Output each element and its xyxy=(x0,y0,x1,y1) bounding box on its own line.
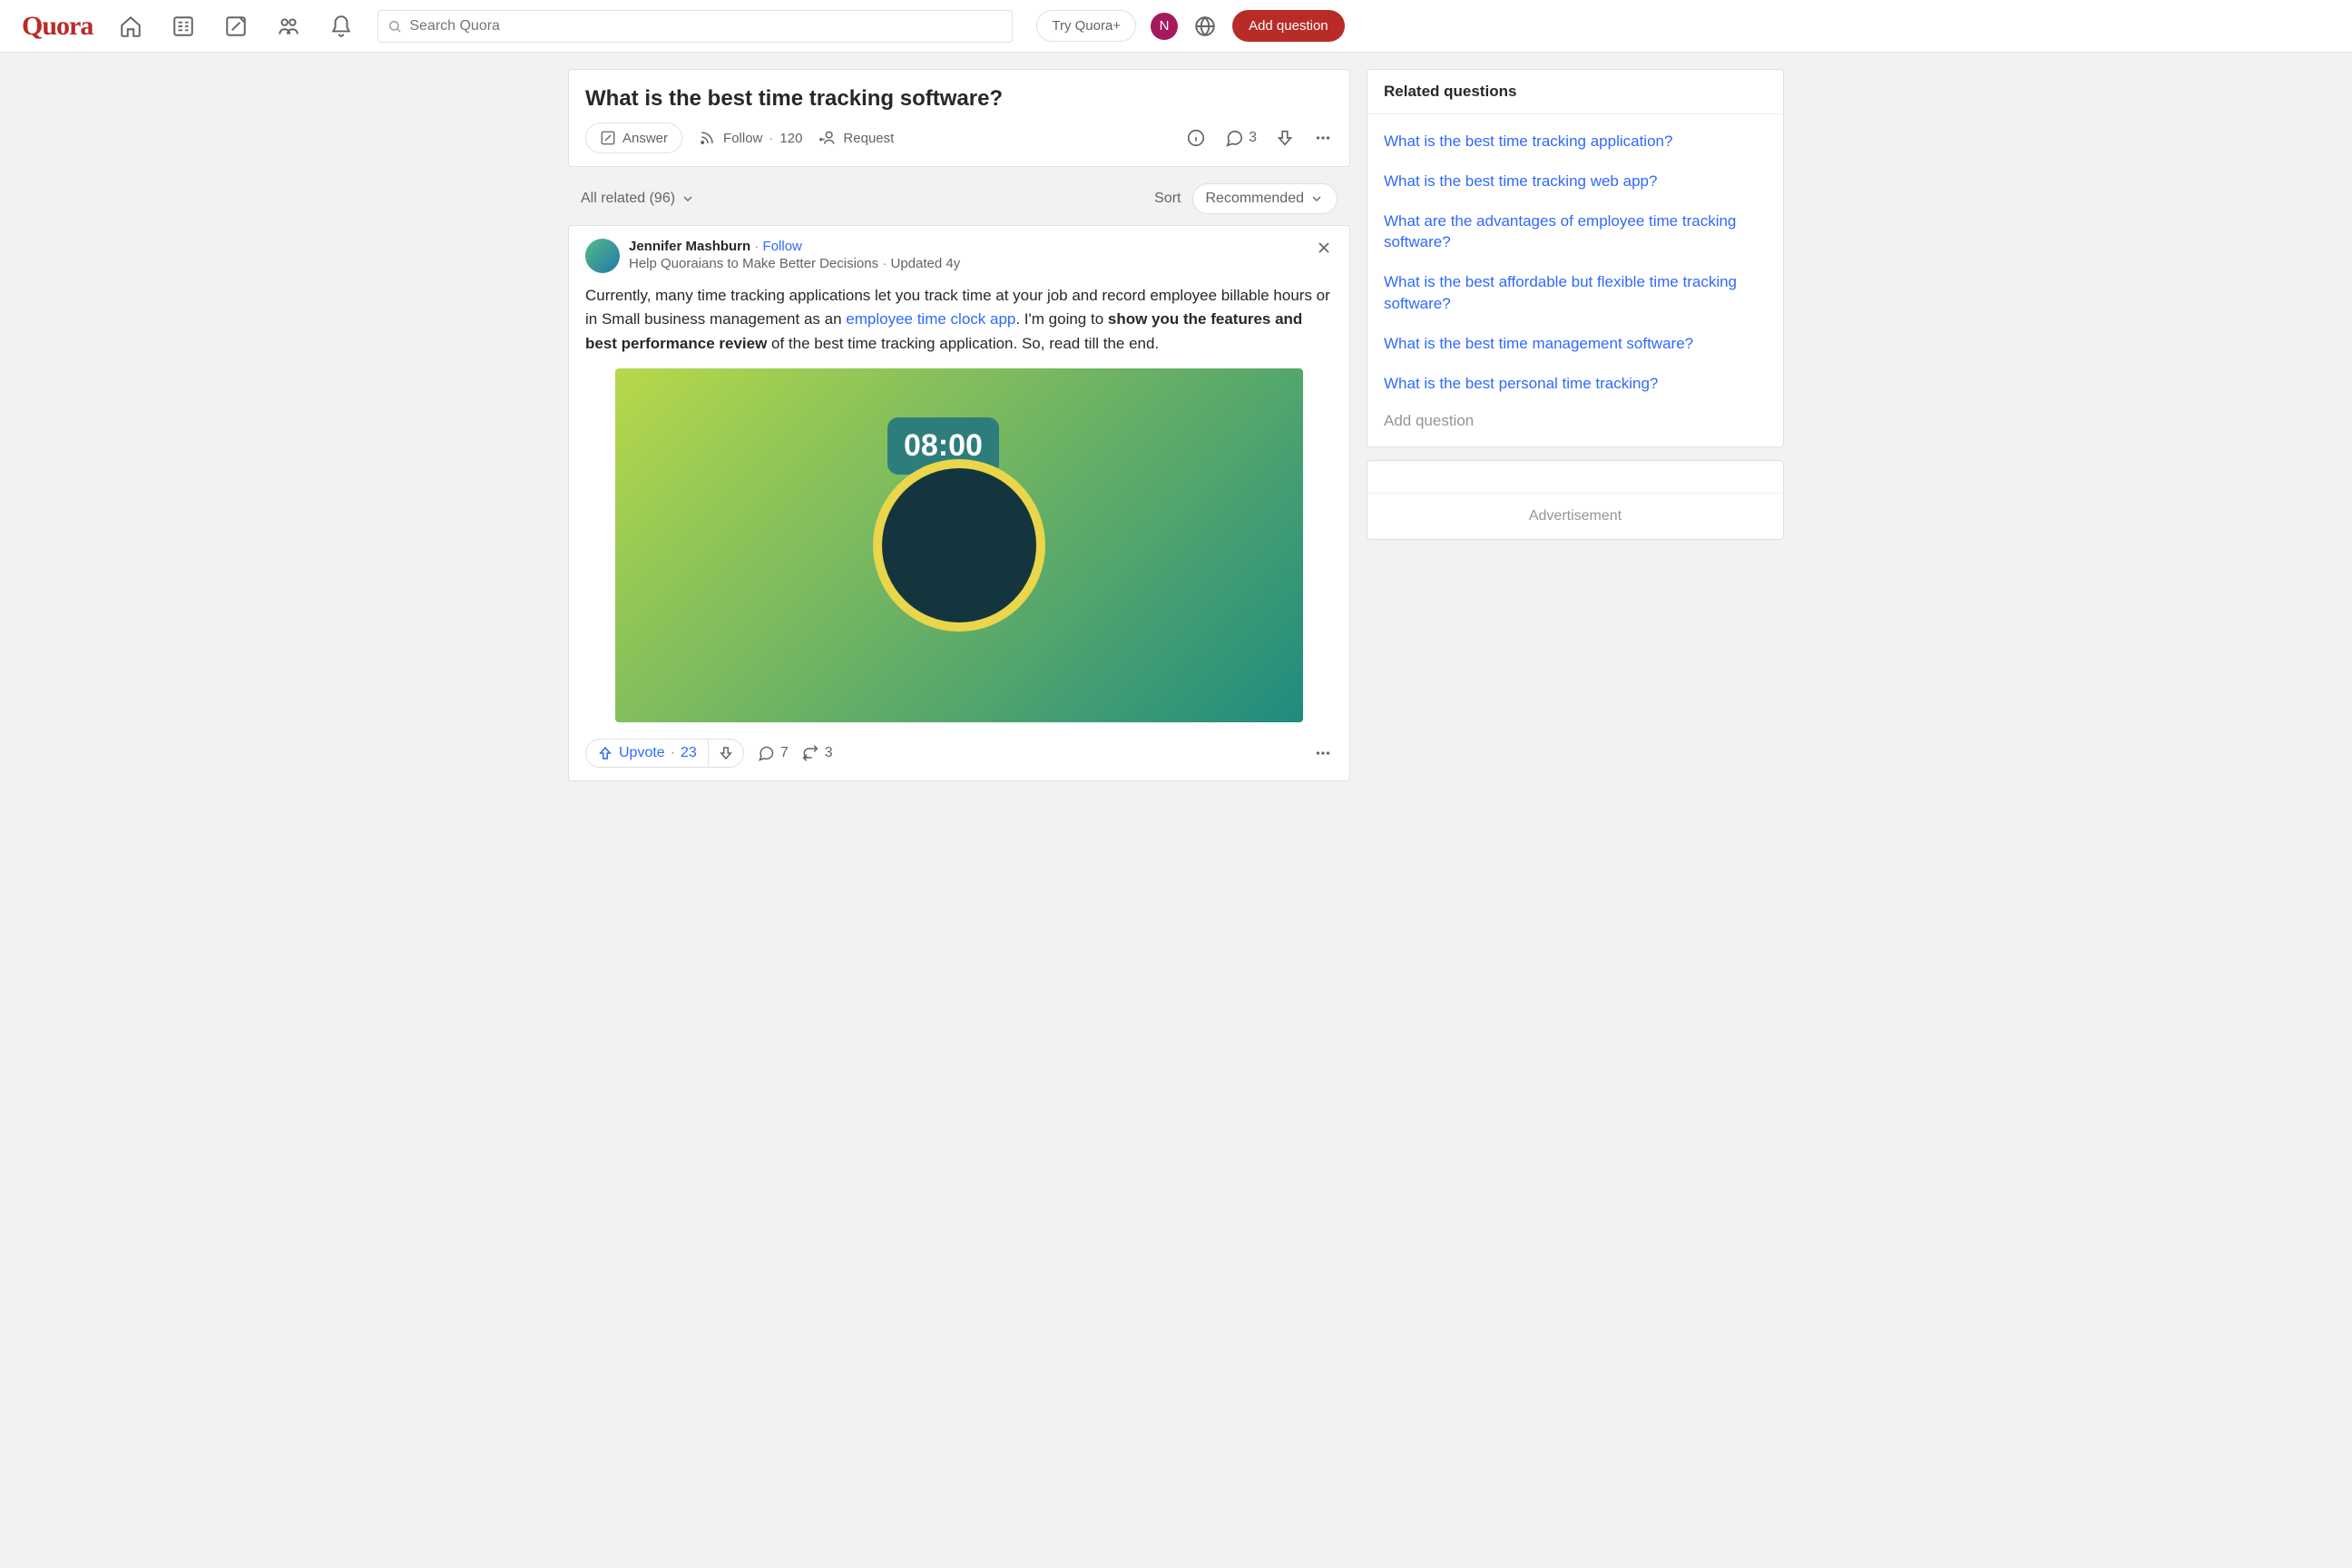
search-icon xyxy=(387,19,402,34)
vote-pill: Upvote · 23 xyxy=(585,739,744,768)
nav-icons xyxy=(118,14,354,39)
logo[interactable]: Quora xyxy=(22,11,93,42)
answer-follow-link[interactable]: Follow xyxy=(763,239,802,254)
question-card: What is the best time tracking software?… xyxy=(568,69,1350,167)
follow-button[interactable]: Follow · 120 xyxy=(699,129,802,147)
related-questions-list: What is the best time tracking applicati… xyxy=(1367,114,1783,446)
advertisement-label: Advertisement xyxy=(1367,494,1783,539)
follow-icon xyxy=(699,129,717,147)
answer-label: Answer xyxy=(622,131,668,146)
edit-icon xyxy=(600,130,616,146)
request-icon xyxy=(818,129,837,147)
header-right: Try Quora+ N Add question xyxy=(1036,10,1344,42)
comment-button[interactable]: 7 xyxy=(757,744,789,762)
downvote-button[interactable] xyxy=(709,740,743,767)
request-label: Request xyxy=(843,131,894,146)
filter-row: All related (96) Sort Recommended xyxy=(568,178,1350,225)
related-question-link[interactable]: What are the advantages of employee time… xyxy=(1384,201,1767,263)
more-icon[interactable] xyxy=(1313,128,1333,148)
upvote-label: Upvote xyxy=(619,745,665,761)
related-question-link[interactable]: What is the best time tracking applicati… xyxy=(1384,122,1767,162)
follow-count: 120 xyxy=(779,131,802,146)
answer-credential: Help Quoraians to Make Better Decisions xyxy=(629,256,878,271)
search-box[interactable] xyxy=(377,10,1013,43)
answer-timestamp: Updated 4y xyxy=(890,256,960,271)
follow-label: Follow xyxy=(723,131,762,146)
upvote-count: 23 xyxy=(681,745,697,761)
globe-icon[interactable] xyxy=(1192,14,1218,39)
following-icon[interactable] xyxy=(171,14,196,39)
request-button[interactable]: Request xyxy=(818,129,894,147)
chevron-down-icon xyxy=(1309,191,1324,206)
answer-share-count: 3 xyxy=(825,745,833,761)
chevron-down-icon xyxy=(681,191,695,206)
related-question-link[interactable]: What is the best personal time tracking? xyxy=(1384,364,1767,404)
upvote-icon xyxy=(597,745,613,761)
answer-footer: Upvote · 23 7 3 xyxy=(585,731,1333,768)
question-title: What is the best time tracking software? xyxy=(585,86,1333,112)
spaces-icon[interactable] xyxy=(276,14,301,39)
upvote-button[interactable]: Upvote · 23 xyxy=(586,740,709,767)
share-button[interactable]: 3 xyxy=(801,744,833,762)
comments-button[interactable]: 3 xyxy=(1224,128,1257,148)
related-questions-title: Related questions xyxy=(1367,70,1783,114)
related-questions-card: Related questions What is the best time … xyxy=(1367,69,1784,447)
all-related-dropdown[interactable]: All related (96) xyxy=(581,191,695,207)
try-quora-plus-button[interactable]: Try Quora+ xyxy=(1036,10,1136,42)
search-input[interactable] xyxy=(409,18,1003,34)
close-icon[interactable] xyxy=(1315,239,1333,257)
answer-icon[interactable] xyxy=(223,14,249,39)
comment-count: 3 xyxy=(1249,130,1257,146)
answer-body: Currently, many time tracking applicatio… xyxy=(585,284,1333,356)
answer-button[interactable]: Answer xyxy=(585,122,682,153)
top-header: Quora Try Quora+ N Add question xyxy=(0,0,2352,53)
answer-text: . I'm going to xyxy=(1015,310,1108,328)
related-question-link[interactable]: What is the best time tracking web app? xyxy=(1384,162,1767,201)
answer-text: of the best time tracking application. S… xyxy=(767,335,1159,352)
info-icon[interactable] xyxy=(1186,128,1206,148)
analog-clock-graphic xyxy=(873,459,1045,632)
sidebar-add-question[interactable]: Add question xyxy=(1384,403,1767,443)
answer-card: Jennifer Mashburn · Follow Help Quoraian… xyxy=(568,225,1350,781)
notifications-icon[interactable] xyxy=(328,14,354,39)
advertisement-card: Advertisement xyxy=(1367,460,1784,540)
answer-image[interactable]: 08:00 xyxy=(615,368,1303,722)
answer-author-name[interactable]: Jennifer Mashburn xyxy=(629,239,750,254)
answer-inline-link[interactable]: employee time clock app xyxy=(846,310,1015,328)
downvote-icon[interactable] xyxy=(1275,128,1295,148)
sort-dropdown[interactable]: Recommended xyxy=(1192,183,1338,214)
add-question-button[interactable]: Add question xyxy=(1232,10,1345,42)
answer-author-avatar[interactable] xyxy=(585,239,620,273)
question-actions: Answer Follow · 120 Request 3 xyxy=(585,122,1333,153)
sort-value: Recommended xyxy=(1206,191,1305,207)
related-question-link[interactable]: What is the best affordable but flexible… xyxy=(1384,262,1767,324)
answer-comment-count: 7 xyxy=(780,745,789,761)
avatar[interactable]: N xyxy=(1151,13,1178,40)
answer-more-icon[interactable] xyxy=(1313,743,1333,763)
sort-label: Sort xyxy=(1154,191,1181,207)
home-icon[interactable] xyxy=(118,14,143,39)
related-question-link[interactable]: What is the best time management softwar… xyxy=(1384,324,1767,364)
all-related-label: All related (96) xyxy=(581,191,675,207)
